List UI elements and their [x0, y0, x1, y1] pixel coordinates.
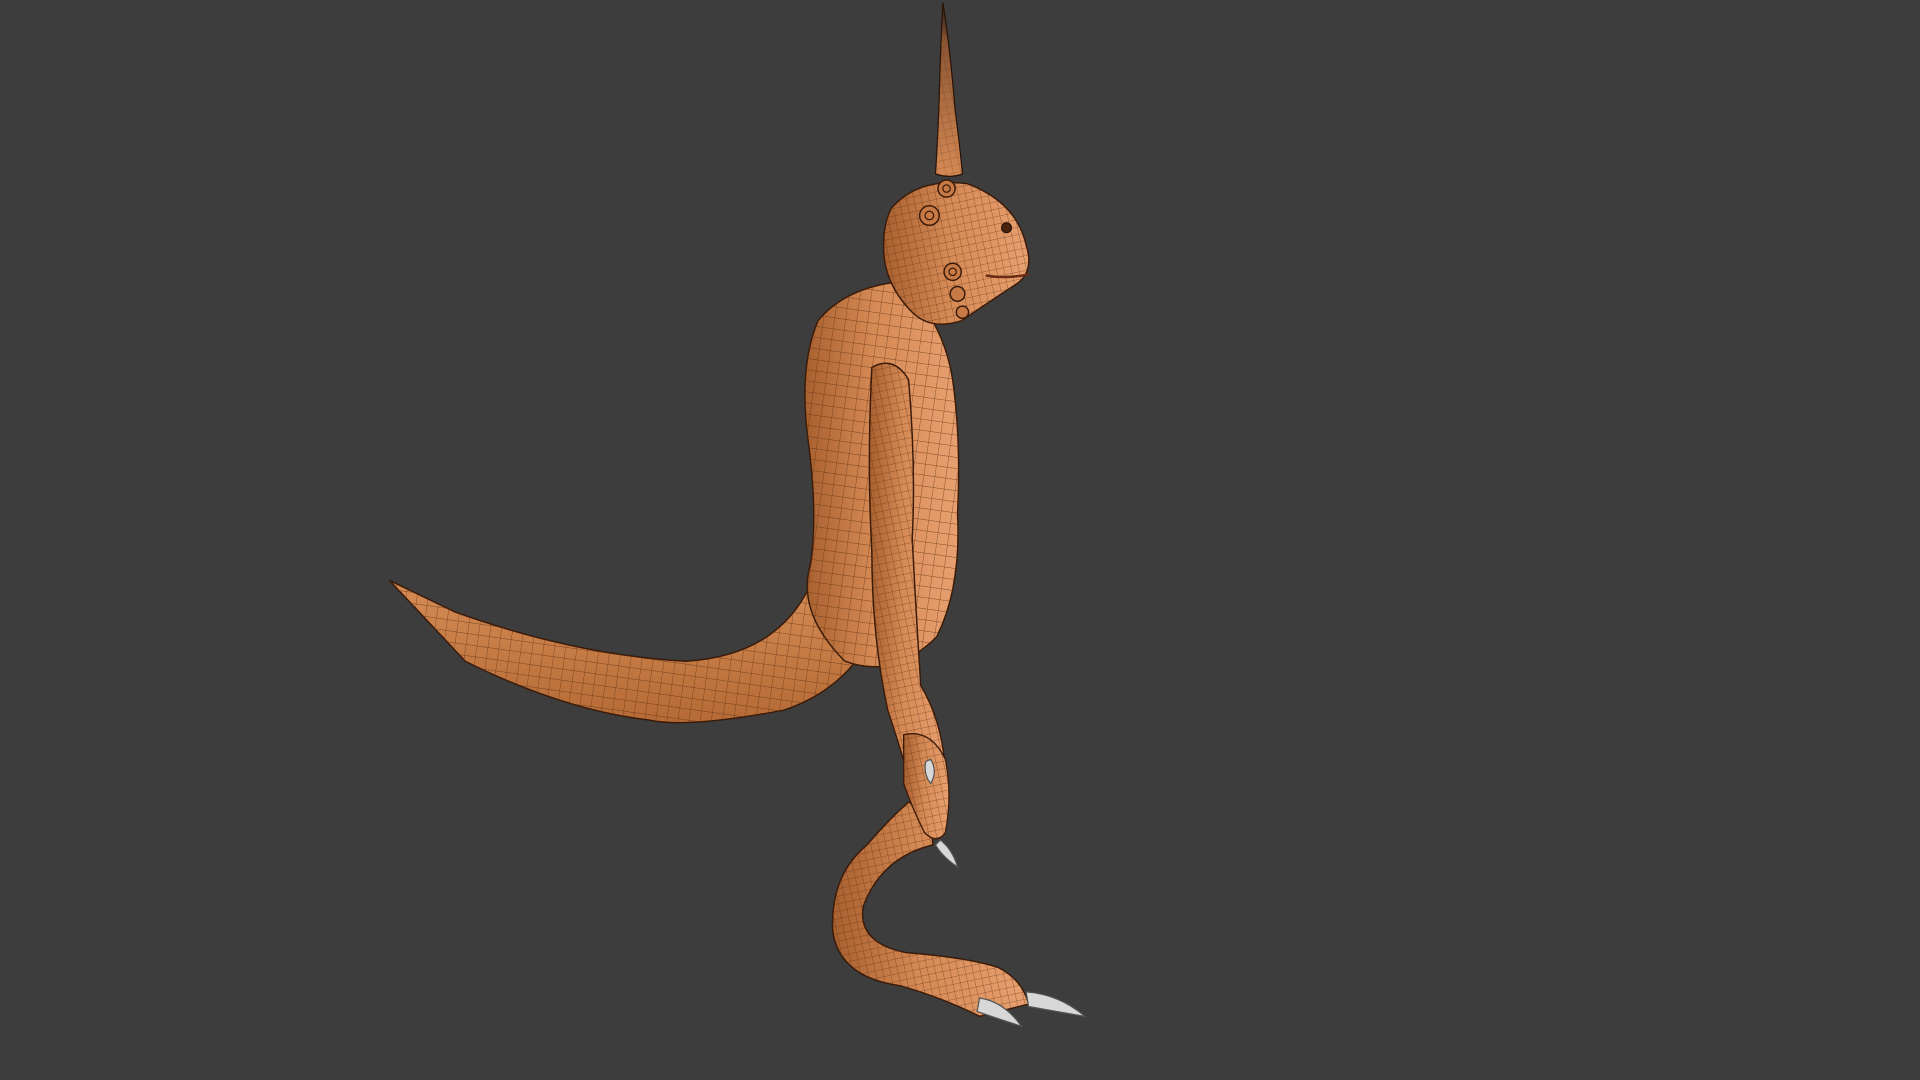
head-mesh[interactable]: [882, 181, 1030, 325]
tail-mesh[interactable]: [388, 537, 883, 724]
horn-mesh[interactable]: [934, 2, 964, 177]
scene-canvas[interactable]: [0, 0, 1920, 1080]
3d-viewport[interactable]: [0, 0, 1920, 1080]
